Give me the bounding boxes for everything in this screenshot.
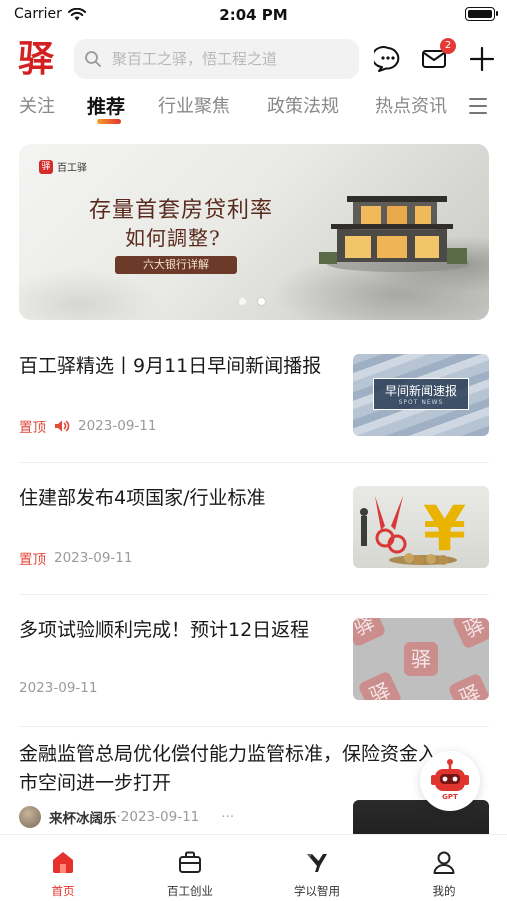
search-input[interactable] — [112, 50, 352, 68]
active-tab-indicator — [97, 119, 121, 124]
tab-recommend[interactable]: 推荐 — [87, 92, 125, 119]
news-meta: 置顶 2023-09-11 — [19, 548, 132, 568]
banner-dot-active[interactable] — [258, 298, 265, 305]
learn-logo-icon — [307, 854, 327, 872]
thumbnail-caption-sub: SPOT NEWS — [398, 399, 444, 406]
nav-startup-label: 百工创业 — [167, 884, 213, 898]
banner-brand: 驿 百工驿 — [39, 159, 87, 174]
finance-illustration: ¥ — [360, 492, 466, 565]
house-illustration — [319, 196, 469, 272]
news-thumbnail: ¥ — [353, 486, 489, 568]
robot-label: GPT — [442, 793, 458, 801]
watermark-logo: 驿 — [404, 642, 438, 676]
banner-pagination — [239, 298, 265, 305]
nav-learn-label: 学以智用 — [294, 884, 340, 898]
news-date: 2023-09-11 — [19, 680, 98, 696]
robot-icon: GPT — [431, 759, 469, 801]
user-icon — [433, 851, 455, 874]
news-item[interactable]: 金融监管总局优化偿付能力监管标准，保险资金入市空间进一步打开 来杯冰阔乐 ·20… — [19, 740, 489, 834]
more-options-icon[interactable]: ··· — [221, 809, 234, 825]
ai-assistant-button[interactable]: GPT — [420, 751, 480, 811]
news-date: ·2023-09-11 — [116, 809, 200, 825]
tab-hot-news[interactable]: 热点资讯 — [375, 92, 447, 118]
briefcase-icon — [179, 851, 201, 873]
brand-logo-icon: 驿 — [39, 159, 53, 174]
yen-icon: ¥ — [423, 492, 466, 565]
nav-startup[interactable]: 百工创业 — [127, 835, 253, 901]
news-title: 百工驿精选丨9月11日早间新闻播报 — [19, 355, 322, 377]
watermark-logo: 驿 — [447, 672, 489, 700]
divider — [19, 462, 489, 463]
app-logo[interactable]: 驿 — [18, 38, 54, 80]
chat-bubble-icon — [371, 46, 400, 72]
news-meta: 来杯冰阔乐 ·2023-09-11 ··· — [19, 806, 234, 828]
news-meta: 2023-09-11 — [19, 680, 97, 696]
news-thumbnail-placeholder: 驿 驿 驿 驿 驿 — [353, 618, 489, 700]
home-icon — [53, 852, 73, 873]
pinned-tag: 置顶 — [19, 420, 46, 436]
watermark-logo: 驿 — [357, 670, 403, 700]
status-bar: Carrier 2:04 PM — [0, 0, 507, 30]
nav-learn[interactable]: 学以智用 — [254, 835, 380, 901]
author-avatar[interactable] — [19, 806, 41, 828]
nav-home[interactable]: 首页 — [0, 835, 126, 901]
chat-button[interactable] — [371, 45, 402, 73]
banner-dot[interactable] — [239, 298, 246, 305]
tab-policy[interactable]: 政策法规 — [267, 92, 339, 118]
messages-button[interactable]: 2 — [420, 38, 456, 73]
news-title: 住建部发布4项国家/行业标准 — [19, 487, 266, 509]
audio-icon[interactable] — [54, 419, 70, 433]
banner-cta-pill: 六大银行详解 — [115, 256, 237, 274]
news-thumbnail: 早间新闻速报 SPOT NEWS — [353, 354, 489, 436]
banner-headline: 存量首套房贷利率 — [89, 198, 274, 223]
news-meta: 置顶 2023-09-11 — [19, 416, 156, 436]
author-name[interactable]: 来杯冰阔乐 — [49, 807, 117, 827]
watermark-logo: 驿 — [353, 618, 387, 648]
pinned-tag: 置顶 — [19, 552, 46, 568]
tab-follow[interactable]: 关注 — [19, 92, 55, 118]
tab-industry-focus[interactable]: 行业聚焦 — [158, 92, 230, 118]
tabs-menu-icon[interactable] — [469, 98, 487, 116]
divider — [19, 726, 489, 727]
status-time: 2:04 PM — [219, 6, 288, 24]
news-item[interactable]: 住建部发布4项国家/行业标准 置顶 2023-09-11 ¥ — [19, 484, 489, 574]
bottom-navigation: 首页 百工创业 学以智用 我的 — [0, 834, 507, 900]
nav-profile[interactable]: 我的 — [381, 835, 507, 901]
add-button[interactable] — [468, 45, 496, 73]
news-item[interactable]: 多项试验顺利完成！预计12日返程 2023-09-11 驿 驿 驿 驿 驿 — [19, 616, 489, 706]
banner-subheadline: 如何調整? — [125, 226, 221, 250]
promo-banner[interactable]: 驿 百工驿 存量首套房贷利率 如何調整? 六大银行详解 — [19, 144, 489, 320]
banner-brand-name: 百工驿 — [57, 163, 87, 174]
news-date: 2023-09-11 — [54, 550, 133, 566]
search-bar[interactable] — [74, 39, 359, 79]
divider — [19, 594, 489, 595]
nav-profile-label: 我的 — [432, 884, 456, 898]
news-item[interactable]: 百工驿精选丨9月11日早间新闻播报 置顶 2023-09-11 早间新闻速报 S… — [19, 352, 489, 442]
news-title: 金融监管总局优化偿付能力监管标准，保险资金入市空间进一步打开 — [19, 743, 438, 794]
watermark-logo: 驿 — [451, 618, 489, 650]
news-title: 多项试验顺利完成！预计12日返程 — [19, 619, 310, 641]
thumbnail-caption: 早间新闻速报 SPOT NEWS — [373, 378, 469, 410]
category-tabs: 关注 推荐 行业聚焦 政策法规 热点资讯 — [0, 88, 507, 128]
nav-home-label: 首页 — [51, 884, 75, 898]
thumbnail-caption-text: 早间新闻速报 — [384, 384, 457, 398]
message-badge: 2 — [440, 38, 456, 54]
search-icon — [85, 51, 101, 67]
app-header: 驿 2 — [0, 36, 507, 82]
battery-icon — [465, 7, 498, 21]
news-date: 2023-09-11 — [78, 418, 157, 434]
plus-icon — [469, 46, 495, 72]
